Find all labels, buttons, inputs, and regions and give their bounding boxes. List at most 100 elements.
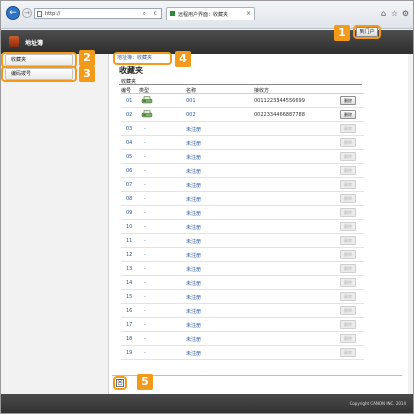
entry-type: - xyxy=(144,238,146,244)
delete-button: 删除 xyxy=(340,348,356,357)
entry-name-link[interactable]: 未注册 xyxy=(186,350,201,357)
entry-name-link[interactable]: 未注册 xyxy=(186,210,201,217)
entry-name-link[interactable]: 未注册 xyxy=(186,196,201,203)
delete-button: 删除 xyxy=(340,278,356,287)
delete-button: 删除 xyxy=(340,264,356,273)
entry-number-link[interactable]: 09 xyxy=(126,210,132,216)
tab-favicon-icon xyxy=(170,11,175,16)
delete-button: 删除 xyxy=(340,194,356,203)
entry-name-link[interactable]: 未注册 xyxy=(186,308,201,315)
callout-badge-5: 5 xyxy=(137,374,153,390)
entry-number-link[interactable]: 13 xyxy=(126,266,132,272)
entry-name-link[interactable]: 未注册 xyxy=(186,154,201,161)
refresh-icon[interactable]: c xyxy=(154,10,157,17)
entry-number-link[interactable]: 16 xyxy=(126,308,132,314)
entry-number-link[interactable]: 10 xyxy=(126,224,132,230)
table-row: 18 - 未注册 删除 xyxy=(121,332,364,346)
table-row: 15 - 未注册 删除 xyxy=(121,290,364,304)
browser-tab[interactable]: 远程用户界面：收藏夹 × xyxy=(166,7,255,20)
entry-number-link[interactable]: 02 xyxy=(126,112,132,118)
entry-number-link[interactable]: 01 xyxy=(126,98,132,104)
entry-number-link[interactable]: 06 xyxy=(126,168,132,174)
entry-number-link[interactable]: 07 xyxy=(126,182,132,188)
entry-number-link[interactable]: 15 xyxy=(126,294,132,300)
entry-number-link[interactable]: 04 xyxy=(126,140,132,146)
col-destination: 接收方 xyxy=(254,88,270,94)
forward-arrow-icon[interactable]: → xyxy=(22,8,32,18)
entry-number-link[interactable]: 08 xyxy=(126,196,132,202)
delete-button: 删除 xyxy=(340,138,356,147)
divider xyxy=(119,84,362,85)
delete-button[interactable]: 删除 xyxy=(340,110,356,119)
callout-highlight xyxy=(1,66,77,82)
page-title: 地址簿 xyxy=(25,40,44,47)
callout-badge-3: 3 xyxy=(79,66,95,82)
entry-name-link[interactable]: 未注册 xyxy=(186,336,201,343)
gear-icon[interactable]: ⚙ xyxy=(401,9,410,18)
delete-button: 删除 xyxy=(340,236,356,245)
delete-button: 删除 xyxy=(340,152,356,161)
entry-number-link[interactable]: 12 xyxy=(126,252,132,258)
entry-name-link[interactable]: 未注册 xyxy=(186,140,201,147)
callout-highlight xyxy=(113,376,127,390)
entry-type: - xyxy=(144,308,146,314)
entry-name-link[interactable]: 未注册 xyxy=(186,322,201,329)
entry-name-link[interactable]: 001 xyxy=(186,98,196,104)
entry-number-link[interactable]: 19 xyxy=(126,350,132,356)
star-icon[interactable]: ☆ xyxy=(390,9,399,18)
entry-name-link[interactable]: 未注册 xyxy=(186,294,201,301)
entry-number-link[interactable]: 18 xyxy=(126,336,132,342)
entry-destination: 0022334466887788 xyxy=(254,112,305,118)
entry-name-link[interactable]: 未注册 xyxy=(186,126,201,133)
address-bar[interactable]: http:// ⌕ c xyxy=(34,8,162,19)
app-header: 地址簿 注销 以系统管理员登录 xyxy=(1,30,413,79)
home-icon[interactable]: ⌂ xyxy=(379,9,388,18)
entry-number-link[interactable]: 17 xyxy=(126,322,132,328)
entry-number-link[interactable]: 03 xyxy=(126,126,132,132)
entry-number-link[interactable]: 11 xyxy=(126,238,132,244)
entry-name-link[interactable]: 未注册 xyxy=(186,224,201,231)
page-icon xyxy=(37,11,42,17)
entry-number-link[interactable]: 14 xyxy=(126,280,132,286)
entry-type: - xyxy=(144,266,146,272)
delete-button: 删除 xyxy=(340,180,356,189)
entry-name-link[interactable]: 未注册 xyxy=(186,182,201,189)
table-row: 19 - 未注册 删除 xyxy=(121,346,364,360)
entry-type: - xyxy=(144,350,146,356)
back-arrow-icon[interactable]: ← xyxy=(6,6,20,20)
callout-badge-2: 2 xyxy=(79,50,95,66)
entry-type: - xyxy=(144,280,146,286)
entry-type: - xyxy=(144,154,146,160)
table-row: 16 - 未注册 删除 xyxy=(121,304,364,318)
table-row: 01 001 0011223344556699 删除 xyxy=(121,94,364,108)
entry-name-link[interactable]: 未注册 xyxy=(186,266,201,273)
table-row: 13 - 未注册 删除 xyxy=(121,262,364,276)
fax-icon xyxy=(141,96,153,104)
delete-button: 删除 xyxy=(340,334,356,343)
table-row: 04 - 未注册 删除 xyxy=(121,136,364,150)
entry-type: - xyxy=(144,336,146,342)
entry-type: - xyxy=(144,224,146,230)
search-icon[interactable]: ⌕ xyxy=(143,10,146,18)
entry-name-link[interactable]: 未注册 xyxy=(186,252,201,259)
entry-type: - xyxy=(144,168,146,174)
delete-button: 删除 xyxy=(340,222,356,231)
browser-toolbar: ← → http:// ⌕ c 远程用户界面：收藏夹 × ⌂ ☆ ⚙ xyxy=(1,1,413,29)
tab-label: 远程用户界面：收藏夹 xyxy=(178,12,229,18)
delete-button: 删除 xyxy=(340,306,356,315)
entry-number-link[interactable]: 05 xyxy=(126,154,132,160)
entry-name-link[interactable]: 未注册 xyxy=(186,238,201,245)
entry-name-link[interactable]: 002 xyxy=(186,112,196,118)
entry-name-link[interactable]: 未注册 xyxy=(186,280,201,287)
entry-destination: 0011223344556699 xyxy=(254,98,305,104)
copyright: Copyright CANON INC. 2014 xyxy=(349,401,406,406)
table-row: 14 - 未注册 删除 xyxy=(121,276,364,290)
entry-name-link[interactable]: 未注册 xyxy=(186,168,201,175)
callout-highlight xyxy=(353,25,381,39)
close-icon[interactable]: × xyxy=(246,10,251,17)
address-text: http:// xyxy=(45,11,61,17)
table-row: 17 - 未注册 删除 xyxy=(121,318,364,332)
entry-type: - xyxy=(144,196,146,202)
delete-button[interactable]: 删除 xyxy=(340,96,356,105)
table-row: 11 - 未注册 删除 xyxy=(121,234,364,248)
